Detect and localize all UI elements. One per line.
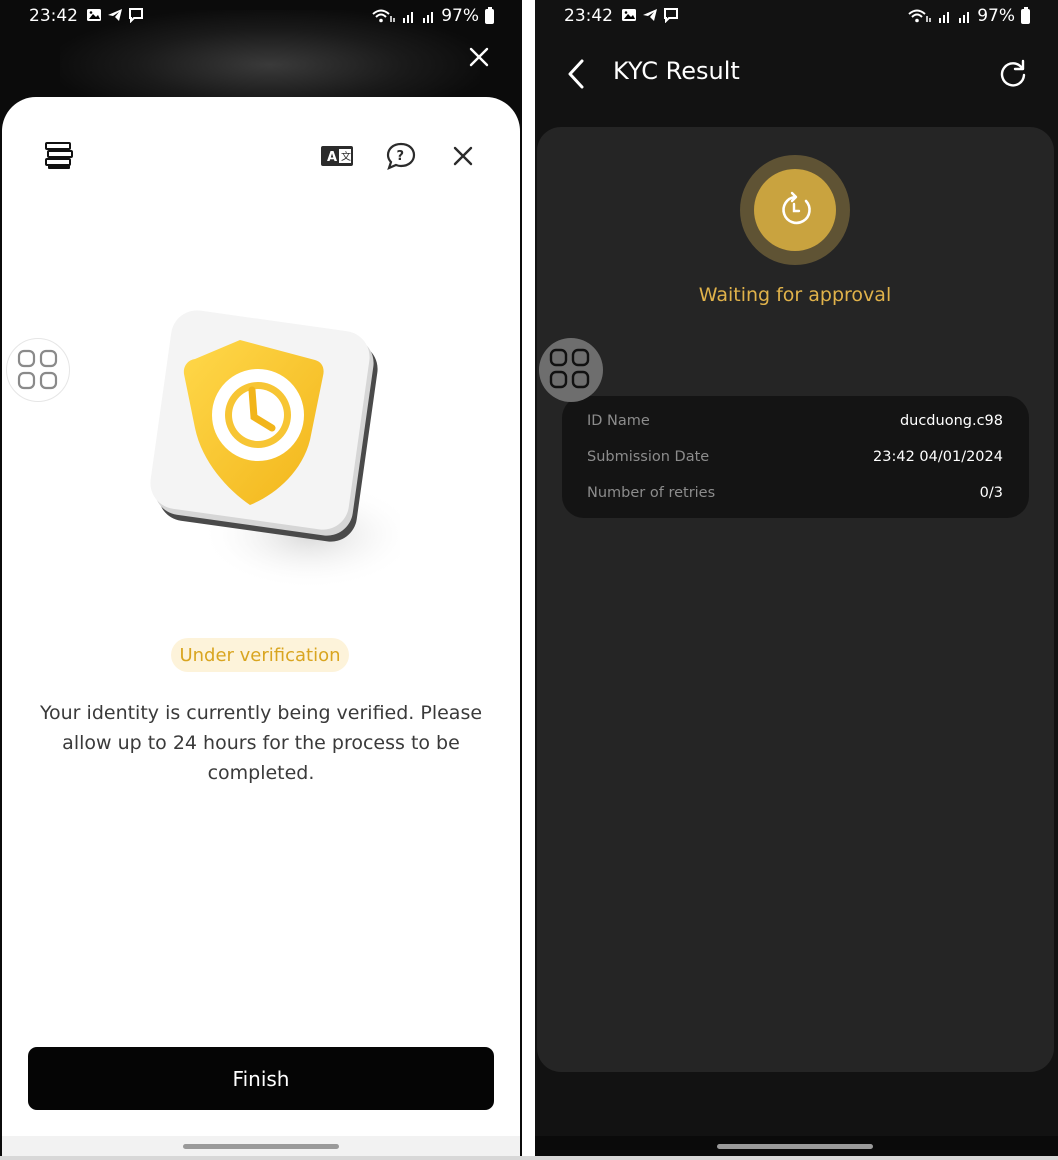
battery-icon (485, 6, 494, 24)
detail-row-retries: Number of retries 0/3 (587, 485, 1003, 505)
floating-menu-icon[interactable] (539, 338, 603, 402)
signal-icon-2 (959, 12, 970, 23)
status-indicator (740, 155, 850, 265)
refresh-icon[interactable] (998, 58, 1028, 88)
battery-percent: 97% (977, 6, 1015, 26)
status-badge: Under verification (171, 638, 349, 672)
svg-text:A: A (327, 150, 337, 165)
floating-menu-icon[interactable] (6, 338, 70, 402)
close-webview-icon[interactable] (466, 44, 492, 70)
notification-icons (621, 7, 679, 24)
kyc-details-card: ID Name ducduong.c98 Submission Date 23:… (562, 396, 1029, 518)
svg-text:文: 文 (341, 150, 351, 163)
status-right: 97% (371, 6, 494, 26)
bottom-divider (0, 1156, 1058, 1160)
gallery-icon (86, 7, 102, 23)
detail-label: Submission Date (587, 449, 710, 465)
detail-value: ducduong.c98 (899, 413, 1003, 429)
message-icon (663, 7, 679, 24)
close-icon[interactable] (448, 141, 482, 171)
status-right: 97% (907, 6, 1030, 26)
finish-button[interactable]: Finish (28, 1047, 494, 1110)
home-indicator[interactable] (183, 1144, 339, 1149)
gallery-icon (621, 7, 637, 23)
verification-description: Your identity is currently being verifie… (39, 702, 483, 784)
home-indicator[interactable] (717, 1144, 873, 1149)
clock-refresh-icon (754, 169, 836, 251)
battery-icon (1021, 6, 1030, 24)
signal-icon (939, 12, 950, 23)
detail-row-submission-date: Submission Date 23:42 04/01/2024 (587, 449, 1003, 469)
page-title: KYC Result (613, 57, 740, 85)
status-label: Waiting for approval (698, 284, 892, 306)
notification-icons (86, 7, 144, 24)
translate-icon[interactable]: A 文 (320, 141, 354, 171)
detail-value: 0/3 (979, 485, 1003, 501)
left-screen: 23:42 97% A 文 ? Under verification Your … (0, 0, 522, 1160)
telegram-icon (642, 7, 658, 23)
wifi-icon (908, 9, 931, 23)
status-bar: 23:42 97% (0, 0, 522, 34)
detail-value: 23:42 04/01/2024 (873, 449, 1003, 465)
signal-icon-2 (423, 12, 434, 23)
status-bar: 23:42 97% (535, 0, 1058, 34)
verification-sheet (2, 97, 520, 1160)
battery-percent: 97% (441, 6, 479, 26)
right-screen: 23:42 97% KYC Result Waiting for approva… (535, 0, 1058, 1160)
shield-clock-icon (140, 310, 420, 590)
wifi-icon (372, 9, 395, 23)
detail-label: ID Name (587, 413, 650, 429)
telegram-icon (107, 7, 123, 23)
detail-label: Number of retries (587, 485, 716, 501)
detail-row-id-name: ID Name ducduong.c98 (587, 413, 1003, 433)
help-chat-icon[interactable]: ? (384, 141, 418, 171)
status-time: 23:42 (29, 6, 78, 26)
signal-icon (403, 12, 414, 23)
back-arrow-icon[interactable] (565, 58, 587, 90)
result-panel (537, 127, 1054, 1072)
message-icon (128, 7, 144, 24)
status-time: 23:42 (564, 6, 613, 26)
stacked-logo-icon (44, 141, 74, 171)
svg-text:?: ? (397, 149, 405, 164)
